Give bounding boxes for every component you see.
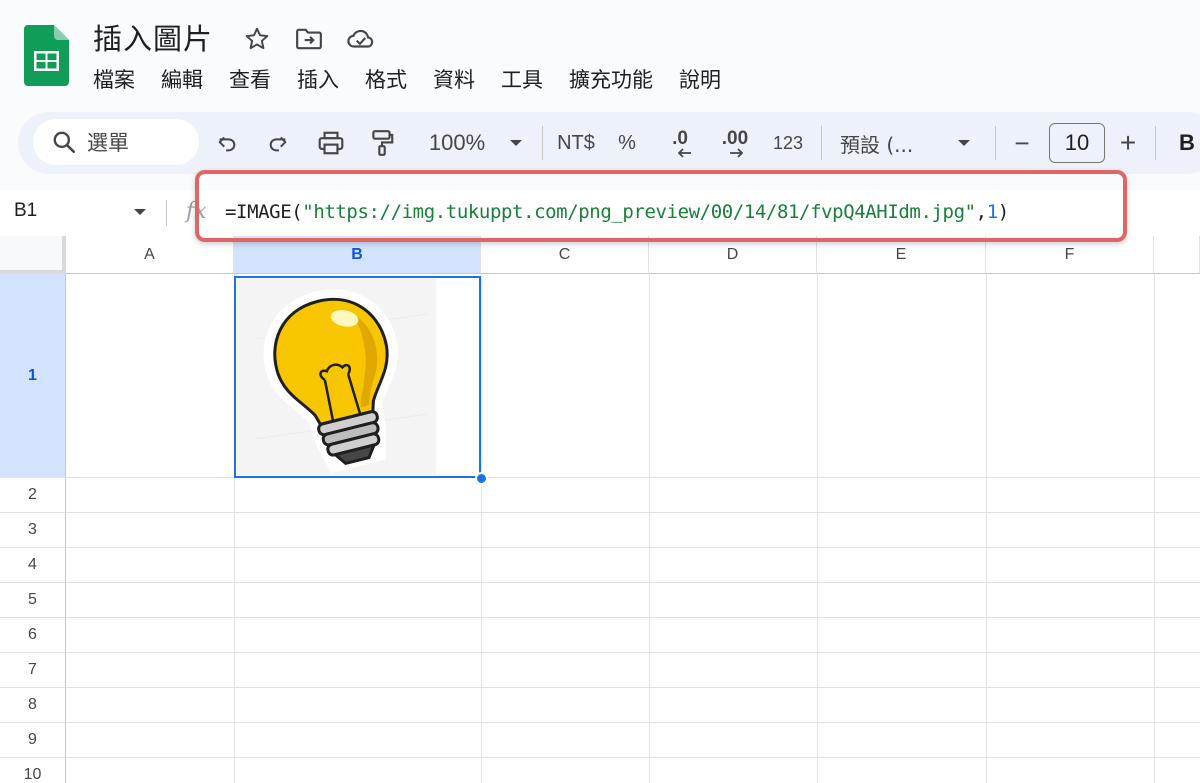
increase-decimal-button[interactable]: .00 <box>713 112 757 174</box>
toolbar-divider <box>821 126 822 160</box>
search-menus-label: 選單 <box>87 131 129 155</box>
app-header: 插入圖片 檔案 編輯 查看 插入 格式 資料 工具 擴充功能 說明 選單 100… <box>0 0 1200 190</box>
percent-format-button[interactable]: % <box>615 112 639 174</box>
grid-line <box>66 547 1200 548</box>
row-header-1[interactable]: 1 <box>0 274 66 478</box>
grid-line <box>66 757 1200 758</box>
column-header-a[interactable]: A <box>66 236 234 274</box>
search-menus[interactable]: 選單 <box>33 119 199 165</box>
name-box-dropdown-icon[interactable] <box>133 208 147 216</box>
decrease-font-size-button[interactable]: − <box>1008 112 1036 174</box>
more-formats-button[interactable]: 123 <box>768 112 808 174</box>
column-header-next[interactable] <box>1154 236 1200 274</box>
formula-bar-divider <box>166 200 167 226</box>
cloud-saved-icon[interactable] <box>346 24 376 54</box>
title-actions <box>242 24 376 54</box>
increase-font-size-button[interactable]: + <box>1114 112 1142 174</box>
document-title[interactable]: 插入圖片 <box>93 16 213 58</box>
function-icon: fx <box>186 199 207 224</box>
grid-line <box>66 687 1200 688</box>
currency-label: NT$ <box>557 131 595 154</box>
fill-handle[interactable] <box>475 472 488 485</box>
grid-line <box>66 582 1200 583</box>
zoom-value: 100% <box>428 130 486 155</box>
grid-line <box>986 274 987 783</box>
formula-url: "https://img.tukuppt.com/png_preview/00/… <box>302 201 976 223</box>
increase-decimal-label: .00 <box>721 128 749 149</box>
paint-format-icon[interactable] <box>364 112 400 174</box>
move-to-folder-icon[interactable] <box>294 24 324 54</box>
row-header-10[interactable]: 10 <box>0 758 66 783</box>
toolbar-divider <box>1155 126 1156 160</box>
zoom-select[interactable]: 100% <box>420 112 494 174</box>
font-size-input[interactable]: 10 <box>1049 123 1105 163</box>
menu-help[interactable]: 說明 <box>679 64 721 94</box>
formula-prefix: =IMAGE( <box>225 201 303 223</box>
grid-line <box>481 274 482 783</box>
toolbar: 選單 100% NT$ % .0 .00 123 預設 (... − 10 + … <box>18 112 1200 174</box>
font-select[interactable]: 預設 (... <box>840 112 930 174</box>
spreadsheet-grid: A B C D E F 1 2 3 4 5 6 7 8 9 10 <box>0 236 1200 783</box>
toolbar-divider <box>995 126 996 160</box>
column-header-d[interactable]: D <box>649 236 817 274</box>
toolbar-divider <box>542 126 543 160</box>
undo-icon[interactable] <box>210 112 244 174</box>
formula-suffix: ) <box>997 201 1009 223</box>
column-header-b[interactable]: B <box>234 236 481 274</box>
grid-line <box>66 722 1200 723</box>
row-header-8[interactable]: 8 <box>0 688 66 723</box>
grid-line <box>66 652 1200 653</box>
column-header-e[interactable]: E <box>817 236 986 274</box>
row-header-7[interactable]: 7 <box>0 653 66 688</box>
search-icon <box>51 129 77 155</box>
grid-line <box>817 274 818 783</box>
grid-line <box>66 617 1200 618</box>
menu-data[interactable]: 資料 <box>433 64 475 94</box>
plus-icon: + <box>1119 127 1137 158</box>
arrow-left-icon <box>678 148 691 158</box>
star-icon[interactable] <box>242 24 272 54</box>
name-box[interactable]: B1 <box>14 200 37 222</box>
row-header-3[interactable]: 3 <box>0 513 66 548</box>
row-header-2[interactable]: 2 <box>0 478 66 513</box>
menu-file[interactable]: 檔案 <box>93 64 135 94</box>
selected-cell-b1[interactable] <box>234 276 481 478</box>
redo-icon[interactable] <box>261 112 295 174</box>
sheets-logo-icon[interactable] <box>24 25 69 86</box>
more-formats-label: 123 <box>772 132 804 153</box>
menu-bar: 檔案 編輯 查看 插入 格式 資料 工具 擴充功能 說明 <box>93 64 747 94</box>
menu-view[interactable]: 查看 <box>229 64 271 94</box>
menu-edit[interactable]: 編輯 <box>161 64 203 94</box>
menu-tools[interactable]: 工具 <box>501 64 543 94</box>
formula-input[interactable]: =IMAGE("https://img.tukuppt.com/png_prev… <box>225 201 1009 223</box>
formula-separator: , <box>975 201 987 223</box>
print-icon[interactable] <box>313 112 349 174</box>
decrease-decimal-button[interactable]: .0 <box>660 112 700 174</box>
bold-label: B <box>1179 130 1195 155</box>
arrow-right-icon <box>730 148 743 158</box>
grid-line <box>1154 274 1155 783</box>
column-header-f[interactable]: F <box>986 236 1154 274</box>
row-header-9[interactable]: 9 <box>0 723 66 758</box>
column-header-c[interactable]: C <box>481 236 649 274</box>
row-header-4[interactable]: 4 <box>0 548 66 583</box>
decrease-decimal-label: .0 <box>672 128 688 149</box>
row-header-6[interactable]: 6 <box>0 618 66 653</box>
minus-icon: − <box>1014 127 1030 158</box>
percent-label: % <box>618 131 636 154</box>
menu-insert[interactable]: 插入 <box>297 64 339 94</box>
currency-format-button[interactable]: NT$ <box>551 112 601 174</box>
grid-line <box>649 274 650 783</box>
bold-button[interactable]: B <box>1174 112 1200 174</box>
font-dropdown-icon[interactable] <box>952 112 976 174</box>
menu-format[interactable]: 格式 <box>365 64 407 94</box>
select-all-corner[interactable] <box>0 236 66 274</box>
font-name: 預設 (... <box>840 132 914 157</box>
grid-line <box>66 512 1200 513</box>
formula-bar: B1 fx =IMAGE("https://img.tukuppt.com/pn… <box>0 190 1200 236</box>
formula-mode: 1 <box>986 201 998 223</box>
row-header-5[interactable]: 5 <box>0 583 66 618</box>
menu-extensions[interactable]: 擴充功能 <box>569 64 653 94</box>
zoom-dropdown-icon[interactable] <box>504 112 528 174</box>
